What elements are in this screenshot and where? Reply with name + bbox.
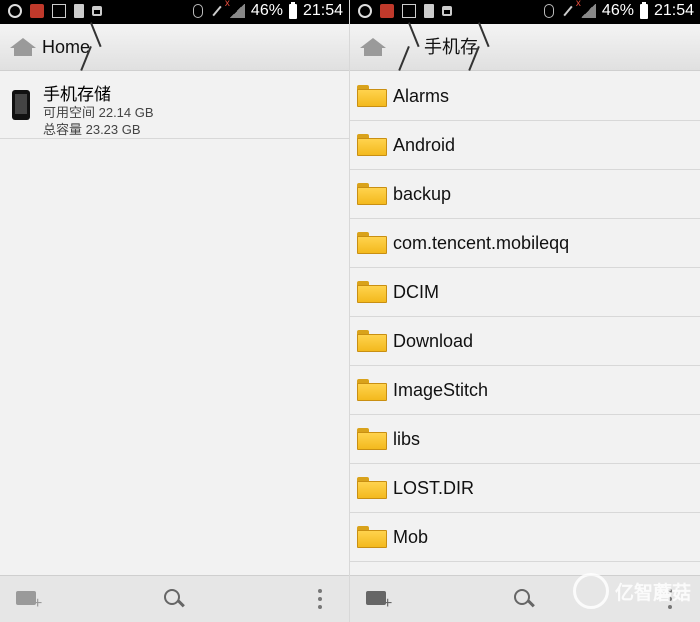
folder-icon: [357, 379, 387, 401]
folder-name: LOST.DIR: [393, 478, 475, 498]
battery-percent: 46%: [601, 2, 634, 19]
timer-icon: [8, 4, 22, 18]
folder-row[interactable]: Alarms: [350, 72, 700, 121]
folder-row[interactable]: Mob: [350, 513, 700, 562]
folder-row[interactable]: DCIM: [350, 268, 700, 317]
folder-row[interactable]: LOST.DIR: [350, 464, 700, 513]
battery-icon: [639, 1, 648, 19]
lock-icon: [442, 6, 452, 16]
chevron-right-icon: [90, 24, 104, 70]
new-folder-icon[interactable]: +: [366, 588, 394, 612]
mushroom-logo-icon: [573, 573, 609, 609]
watermark: 亿智蘑菇: [573, 573, 691, 609]
chevron-right-icon: [478, 24, 492, 70]
battery-percent: 46%: [250, 2, 283, 19]
clock: 21:54: [302, 2, 343, 19]
image-icon: [402, 4, 416, 18]
system-status: 46% 21:54: [543, 0, 694, 20]
right-panel: 46% 21:54 手机存 Alarms Android backup com.ten…: [350, 0, 700, 622]
folder-icon: [357, 428, 387, 450]
folder-name: Download: [393, 331, 474, 351]
folder-row[interactable]: Download: [350, 317, 700, 366]
more-icon[interactable]: [318, 589, 322, 609]
signal-icon: [576, 0, 596, 18]
new-folder-icon[interactable]: +: [16, 588, 44, 612]
timer-icon: [358, 4, 372, 18]
status-bar: 46% 21:54: [0, 0, 349, 24]
folder-name: DCIM: [393, 282, 439, 302]
folder-icon: [357, 330, 387, 352]
folder-row[interactable]: com.tencent.mobileqq: [350, 219, 700, 268]
folder-row[interactable]: libs: [350, 415, 700, 464]
watermark-text: 亿智蘑菇: [615, 582, 692, 604]
bottom-toolbar: +: [0, 575, 349, 622]
folder-list: Alarms Android backup com.tencent.mobileqq D…: [350, 72, 700, 562]
breadcrumb: 手机存: [350, 24, 700, 71]
image-icon: [52, 4, 66, 18]
phone-storage-icon: [12, 90, 30, 120]
notification-icons: [358, 4, 452, 18]
folder-name: libs: [393, 429, 421, 449]
folder-name: Mob: [393, 527, 429, 547]
bluetooth-icon: [543, 4, 554, 18]
battery-icon: [288, 1, 297, 19]
system-status: 46% 21:54: [192, 0, 343, 20]
folder-icon: [357, 477, 387, 499]
breadcrumb: Home: [0, 24, 349, 71]
folder-row[interactable]: backup: [350, 170, 700, 219]
signal-icon: [225, 0, 245, 18]
folder-icon: [357, 232, 387, 254]
bluetooth-icon: [192, 4, 203, 18]
lock-icon: [92, 6, 102, 16]
mute-icon: [209, 4, 223, 18]
folder-name: Android: [393, 135, 456, 155]
folder-icon: [357, 183, 387, 205]
home-icon[interactable]: [360, 38, 386, 58]
sd-card-icon: [424, 4, 434, 18]
folder-name: ImageStitch: [393, 380, 489, 400]
home-icon[interactable]: [10, 38, 36, 58]
search-icon[interactable]: [164, 589, 185, 609]
folder-icon: [357, 281, 387, 303]
app-notification-icon: [30, 4, 44, 18]
clock: 21:54: [653, 2, 694, 19]
folder-name: backup: [393, 184, 452, 204]
sd-card-icon: [74, 4, 84, 18]
status-bar: 46% 21:54: [350, 0, 700, 24]
folder-name: Alarms: [393, 86, 450, 106]
folder-row[interactable]: ImageStitch: [350, 366, 700, 415]
folder-icon: [357, 134, 387, 156]
folder-name: com.tencent.mobileqq: [393, 233, 570, 253]
folder-icon: [357, 85, 387, 107]
storage-total: 总容量 23.23 GB: [43, 122, 141, 137]
folder-icon: [357, 526, 387, 548]
left-panel: 46% 21:54 Home 手机存储 可用空间 22.14 GB 总容量 23…: [0, 0, 350, 622]
app-notification-icon: [380, 4, 394, 18]
storage-item[interactable]: 手机存储 可用空间 22.14 GB 总容量 23.23 GB: [0, 74, 349, 139]
search-icon[interactable]: [514, 589, 535, 609]
mute-icon: [560, 4, 574, 18]
chevron-right-icon: [408, 24, 422, 70]
folder-row[interactable]: Android: [350, 121, 700, 170]
notification-icons: [8, 4, 102, 18]
